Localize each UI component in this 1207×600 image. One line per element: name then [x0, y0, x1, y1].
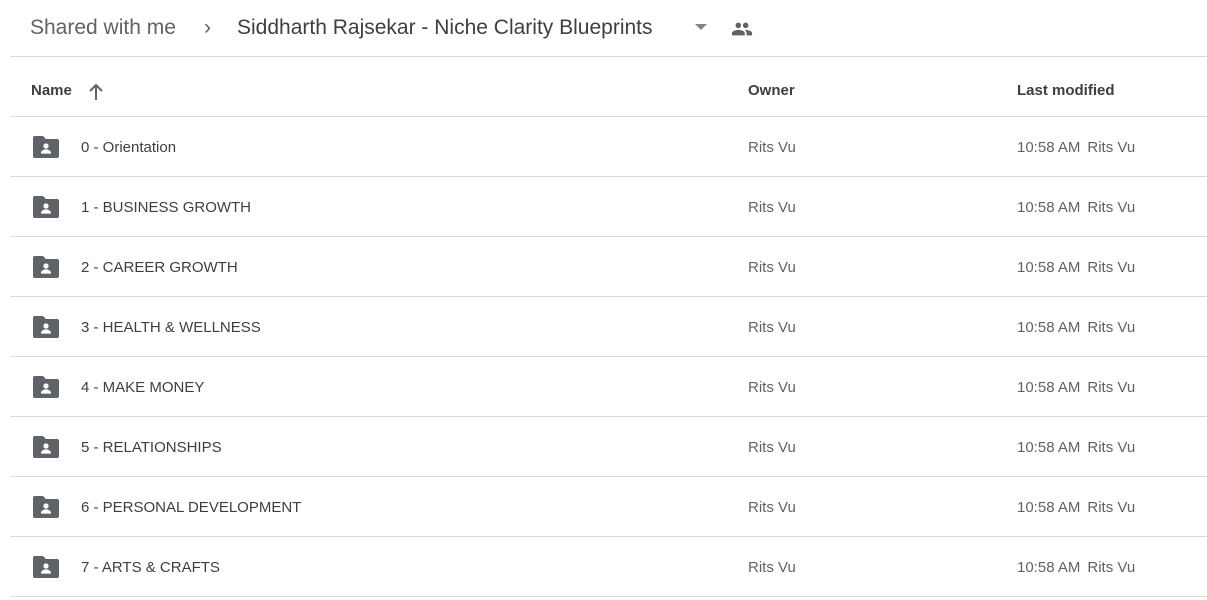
- shared-folder-icon: [33, 496, 59, 518]
- column-header-name[interactable]: Name: [31, 82, 72, 99]
- table-row[interactable]: 5 - RELATIONSHIPS Rits Vu 10:58 AM Rits Vu: [0, 417, 1207, 477]
- shared-folder-icon: [33, 136, 59, 158]
- breadcrumb-bar: Shared with me › Siddharth Rajsekar - Ni…: [0, 0, 1207, 56]
- last-modified: 10:58 AM Rits Vu: [1017, 139, 1135, 156]
- last-modified: 10:58 AM Rits Vu: [1017, 559, 1135, 576]
- modified-time: 10:58 AM: [1017, 139, 1081, 156]
- last-modified: 10:58 AM Rits Vu: [1017, 439, 1135, 456]
- owner-name: Rits Vu: [748, 379, 796, 396]
- divider: [10, 56, 1207, 57]
- sort-ascending-icon[interactable]: [87, 82, 105, 102]
- table-row[interactable]: 0 - Orientation Rits Vu 10:58 AM Rits Vu: [0, 117, 1207, 177]
- modified-by: Rits Vu: [1087, 319, 1136, 336]
- folder-name[interactable]: 7 - ARTS & CRAFTS: [81, 559, 220, 576]
- owner-name: Rits Vu: [748, 259, 796, 276]
- owner-name: Rits Vu: [748, 199, 796, 216]
- folder-name[interactable]: 3 - HEALTH & WELLNESS: [81, 319, 261, 336]
- owner-name: Rits Vu: [748, 139, 796, 156]
- modified-by: Rits Vu: [1087, 199, 1136, 216]
- shared-folder-icon: [33, 256, 59, 278]
- modified-by: Rits Vu: [1087, 379, 1136, 396]
- modified-time: 10:58 AM: [1017, 199, 1081, 216]
- column-header-owner[interactable]: Owner: [748, 82, 795, 99]
- table-row[interactable]: 1 - BUSINESS GROWTH Rits Vu 10:58 AM Rits V…: [0, 177, 1207, 237]
- modified-by: Rits Vu: [1087, 139, 1136, 156]
- last-modified: 10:58 AM Rits Vu: [1017, 259, 1135, 276]
- table-row[interactable]: 2 - CAREER GROWTH Rits Vu 10:58 AM Rits Vu: [0, 237, 1207, 297]
- folder-name[interactable]: 0 - Orientation: [81, 139, 176, 156]
- row-divider: [10, 596, 1207, 597]
- last-modified: 10:58 AM Rits Vu: [1017, 379, 1135, 396]
- modified-by: Rits Vu: [1087, 259, 1136, 276]
- owner-name: Rits Vu: [748, 319, 796, 336]
- owner-name: Rits Vu: [748, 559, 796, 576]
- table-row[interactable]: 3 - HEALTH & WELLNESS Rits Vu 10:58 AM Rits…: [0, 297, 1207, 357]
- last-modified: 10:58 AM Rits Vu: [1017, 199, 1135, 216]
- column-header-last-modified[interactable]: Last modified: [1017, 82, 1115, 99]
- shared-folder-icon: [33, 376, 59, 398]
- last-modified: 10:58 AM Rits Vu: [1017, 499, 1135, 516]
- breadcrumb-current-folder[interactable]: Siddharth Rajsekar - Niche Clarity Bluep…: [237, 14, 653, 42]
- last-modified: 10:58 AM Rits Vu: [1017, 319, 1135, 336]
- folder-name[interactable]: 2 - CAREER GROWTH: [81, 259, 238, 276]
- table-row[interactable]: 4 - MAKE MONEY Rits Vu 10:58 AM Rits Vu: [0, 357, 1207, 417]
- modified-by: Rits Vu: [1087, 439, 1136, 456]
- modified-time: 10:58 AM: [1017, 379, 1081, 396]
- table-row[interactable]: 7 - ARTS & CRAFTS Rits Vu 10:58 AM Rits Vu: [0, 537, 1207, 597]
- dropdown-arrow-icon[interactable]: [695, 24, 707, 30]
- shared-folder-icon: [33, 556, 59, 578]
- modified-time: 10:58 AM: [1017, 439, 1081, 456]
- modified-time: 10:58 AM: [1017, 319, 1081, 336]
- shared-folder-icon: [33, 436, 59, 458]
- chevron-right-icon: ›: [204, 16, 211, 39]
- folder-name[interactable]: 4 - MAKE MONEY: [81, 379, 204, 396]
- modified-time: 10:58 AM: [1017, 499, 1081, 516]
- modified-time: 10:58 AM: [1017, 559, 1081, 576]
- owner-name: Rits Vu: [748, 499, 796, 516]
- shared-folder-icon: [33, 196, 59, 218]
- modified-by: Rits Vu: [1087, 559, 1136, 576]
- shared-people-icon: [731, 22, 753, 36]
- owner-name: Rits Vu: [748, 439, 796, 456]
- modified-by: Rits Vu: [1087, 499, 1136, 516]
- modified-time: 10:58 AM: [1017, 259, 1081, 276]
- breadcrumb-shared-with-me[interactable]: Shared with me: [30, 14, 176, 42]
- folder-name[interactable]: 6 - PERSONAL DEVELOPMENT: [81, 499, 301, 516]
- table-row[interactable]: 6 - PERSONAL DEVELOPMENT Rits Vu 10:58 AM R…: [0, 477, 1207, 537]
- folder-name[interactable]: 1 - BUSINESS GROWTH: [81, 199, 251, 216]
- folder-name[interactable]: 5 - RELATIONSHIPS: [81, 439, 222, 456]
- shared-folder-icon: [33, 316, 59, 338]
